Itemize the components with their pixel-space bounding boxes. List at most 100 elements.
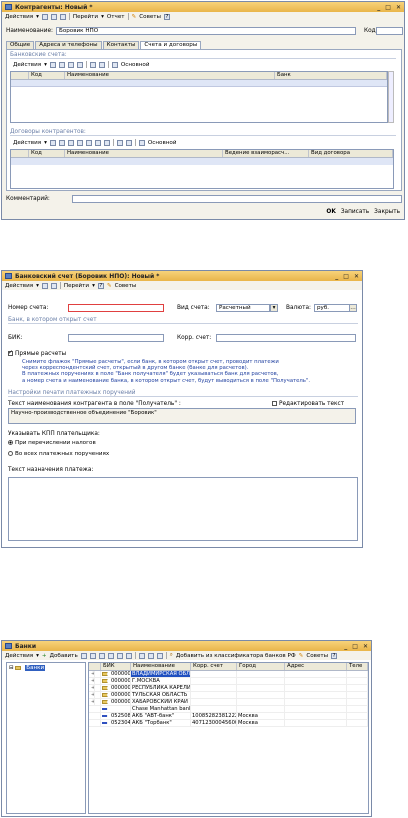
filter-off-icon[interactable] [98,61,105,68]
help-button[interactable]: ? [163,13,170,20]
maximize-icon[interactable]: □ [343,273,349,280]
hierarchy-icon[interactable] [94,139,101,146]
minimize-icon[interactable]: _ [335,273,338,280]
tips-button[interactable]: Советы [139,14,161,20]
add-icon[interactable] [49,61,56,68]
col-corr[interactable]: Корр. счет [191,663,237,670]
col-phone[interactable]: Теле [347,663,368,670]
contracts-main-button[interactable]: Основной [148,140,177,146]
table-row[interactable]: +000000008ХАБАРОВСКИЙ КРАЙ [89,699,368,706]
goto-menu[interactable]: Перейти [64,283,89,289]
contracts-table[interactable]: Код Наименование Ведение взаиморасч... В… [10,149,394,189]
add-icon[interactable] [49,139,56,146]
table-row[interactable]: +000000017ВЛАДИМИРСКАЯ ОБЛА... [89,671,368,678]
accounts-main-button[interactable]: Основной [121,62,150,68]
hierarchy-icon[interactable] [116,652,123,659]
accounts-table[interactable]: Код Наименование Банк [10,71,388,123]
col-contract-type[interactable]: Вид договора [309,150,393,157]
delete-icon[interactable] [107,652,114,659]
edit-icon[interactable] [76,139,83,146]
close-icon[interactable]: ✕ [354,273,359,280]
col-name[interactable]: Наименование [131,663,191,670]
tree-panel[interactable]: ⊟ Банки [6,662,86,814]
col-code[interactable]: Код [29,72,65,79]
refresh-icon[interactable] [111,61,118,68]
col-name[interactable]: Наименование [65,150,223,157]
tree-icon[interactable] [125,652,132,659]
contracts-actions-menu[interactable]: Действия [13,140,41,146]
list-icon[interactable] [50,13,57,20]
close-icon[interactable]: ✕ [396,4,401,11]
table-row[interactable]: +000000070ТУЛЬСКАЯ ОБЛАСТЬ [89,692,368,699]
purpose-textarea[interactable] [8,477,358,541]
table-row[interactable]: 052508102АКБ "АВТ-банк"100852823812220..… [89,713,368,720]
checkbox-icon[interactable] [8,349,13,356]
close-button[interactable]: Закрыть [374,209,400,215]
col-city[interactable]: Город [237,663,285,670]
edit-text-checkbox[interactable]: Редактировать текст [272,401,344,407]
copy-icon[interactable] [67,139,74,146]
actions-menu[interactable]: Действия [5,653,33,659]
edit-icon[interactable] [67,61,74,68]
filter-icon[interactable] [138,652,145,659]
folder-add-icon[interactable] [80,652,87,659]
report-button[interactable]: Отчет [107,14,125,20]
maximize-icon[interactable]: □ [352,643,358,650]
bik-field[interactable] [68,334,164,342]
edit-icon[interactable] [98,652,105,659]
chevron-down-icon[interactable]: ▾ [270,304,278,312]
actions-menu[interactable]: Действия [5,14,33,20]
table-row[interactable]: 052304412АКБ "Торбанк"407123000456000...… [89,720,368,727]
help-button[interactable]: ? [97,282,104,289]
comment-field[interactable] [72,195,402,203]
radio-icon[interactable] [8,440,13,445]
currency-field[interactable]: руб. [314,304,350,312]
add-button[interactable]: Добавить [50,653,78,659]
col-bank[interactable]: Банк [275,72,387,79]
corr-account-field[interactable] [216,334,356,342]
folder-add-icon[interactable] [58,139,65,146]
account-type-select[interactable]: Расчетный [216,304,270,312]
col-name[interactable]: Наименование [65,72,275,79]
kpp-option-taxes[interactable]: При перечислении налогов [8,440,96,446]
account-number-field[interactable] [68,304,164,312]
tips-button[interactable]: Советы [306,653,328,659]
delete-icon[interactable] [85,139,92,146]
table-row[interactable]: Chase Manhattan bank [89,706,368,713]
col-code[interactable]: Код [29,150,65,157]
table-row[interactable]: +000000001Г.МОСКВА [89,678,368,685]
col-bik[interactable]: БИК [101,663,131,670]
delete-icon[interactable] [76,61,83,68]
kpp-option-all[interactable]: Во всех платежных поручениях [8,451,109,457]
copy-icon[interactable] [89,652,96,659]
table-row-selected[interactable] [11,158,393,165]
save-icon[interactable] [41,13,48,20]
col-settlement[interactable]: Ведение взаиморасч... [223,150,309,157]
accounts-actions-menu[interactable]: Действия [13,62,41,68]
tips-button[interactable]: Советы [115,283,137,289]
tab-addresses[interactable]: Адреса и телефоны [35,41,102,49]
payee-text-field[interactable]: Научно-производственное объединение "Бор… [8,408,356,424]
filter-icon[interactable] [89,61,96,68]
tree-icon[interactable] [103,139,110,146]
radio-icon[interactable] [8,451,13,456]
expand-icon[interactable]: ⊟ [9,665,14,671]
structure-icon[interactable] [59,13,66,20]
list-icon[interactable] [50,282,57,289]
accounts-scrollbar[interactable] [388,71,394,123]
close-icon[interactable]: ✕ [363,643,368,650]
tab-general[interactable]: Общие [6,41,35,49]
save-button[interactable]: Записать [341,209,369,215]
add-from-classifier-button[interactable]: Добавить из классификатора банков РФ [176,653,296,659]
maximize-icon[interactable]: □ [385,4,391,11]
ok-button[interactable]: OK [326,209,335,215]
code-field[interactable] [376,27,403,35]
name-field[interactable]: Боровик НПО [56,27,356,35]
copy-icon[interactable] [58,61,65,68]
tab-accounts[interactable]: Счета и договоры [140,41,202,49]
banks-table[interactable]: БИК Наименование Корр. счет Город Адрес … [88,662,369,814]
help-button[interactable]: ? [331,652,338,659]
tab-contacts[interactable]: Контакты [102,41,140,49]
sort-icon[interactable] [156,652,163,659]
direct-payments-checkbox[interactable]: Прямые расчеты [8,349,66,357]
